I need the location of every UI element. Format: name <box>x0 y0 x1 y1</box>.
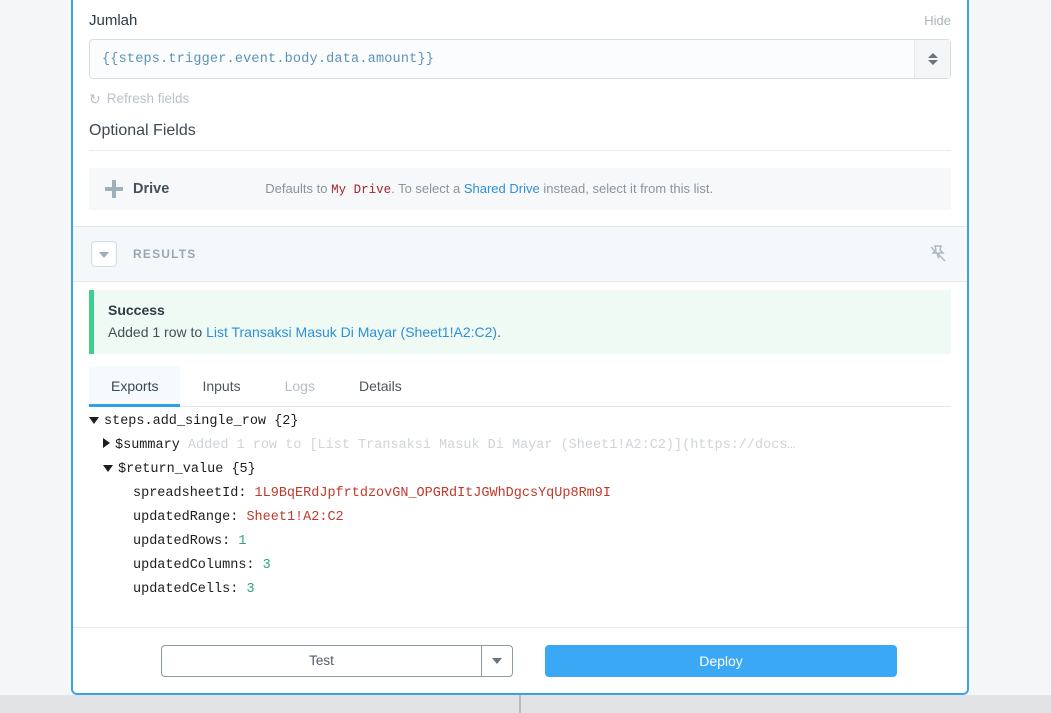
tree-value: 1 <box>238 534 247 549</box>
tree-value: 3 <box>246 582 255 597</box>
tree-row-summary[interactable]: $summary Added 1 row to [List Transaksi … <box>89 438 951 462</box>
optional-fields-title: Optional Fields <box>89 122 951 151</box>
number-stepper[interactable] <box>914 40 950 78</box>
amount-input-value[interactable]: {{steps.trigger.event.body.data.amount}} <box>90 52 434 67</box>
tree-return-count: {5} <box>231 462 256 477</box>
stepper-up-icon[interactable] <box>927 53 938 58</box>
chevron-down-icon <box>99 252 109 258</box>
unpin-icon[interactable] <box>927 243 949 265</box>
bottom-column-divider <box>519 695 521 713</box>
tree-row-return-value[interactable]: $return_value {5} <box>89 462 951 486</box>
tree-root-count: {2} <box>274 414 299 429</box>
hide-field-link[interactable]: Hide <box>924 13 951 28</box>
tree-summary-key: $summary <box>115 438 180 453</box>
drive-desc-middle: . To select a <box>391 181 461 196</box>
tree-key: updatedColumns: <box>133 558 255 573</box>
optional-field-drive[interactable]: Drive Defaults to My Drive. To select a … <box>89 168 951 210</box>
page-backdrop-left <box>0 0 71 713</box>
results-collapse-toggle[interactable] <box>91 241 117 267</box>
success-banner-title: Success <box>108 302 165 318</box>
tab-logs[interactable]: Logs <box>263 366 337 406</box>
success-banner-text: Added 1 row to List Transaksi Masuk Di M… <box>108 324 937 340</box>
tree-key: updatedRange: <box>133 510 239 525</box>
drive-desc-prefix: Defaults to <box>265 181 328 196</box>
drive-field-name: Drive <box>133 181 170 197</box>
app-root: Jumlah Hide {{steps.trigger.event.body.d… <box>0 0 1051 713</box>
tree-key: spreadsheetId: <box>133 486 247 501</box>
tree-summary-value: Added 1 row to [List Transaksi Masuk Di … <box>187 438 796 453</box>
tree-row-root[interactable]: steps.add_single_row {2} <box>89 414 951 438</box>
drive-field-description: Defaults to My Drive. To select a Shared… <box>265 181 713 197</box>
tree-return-key: $return_value <box>118 462 224 477</box>
field-section: Jumlah Hide {{steps.trigger.event.body.d… <box>73 0 967 210</box>
test-button-group: Test <box>161 644 513 677</box>
caret-down-icon[interactable] <box>103 465 113 472</box>
refresh-icon: ↻ <box>89 90 101 107</box>
tree-value: 1L9BqERdJpfrtdzovGN_OPGRdItJGWhDgcsYqUp8… <box>254 486 611 501</box>
tree-row: spreadsheetId: 1L9BqERdJpfrtdzovGN_OPGRd… <box>89 486 951 510</box>
caret-down-icon[interactable] <box>89 417 99 424</box>
results-body: Success Added 1 row to List Transaksi Ma… <box>73 282 967 354</box>
page-backdrop-right <box>969 0 1051 713</box>
results-header: RESULTS <box>73 226 967 282</box>
drive-desc-suffix: instead, select it from this list. <box>543 181 714 196</box>
tree-value: 3 <box>262 558 271 573</box>
success-text-suffix: . <box>497 324 501 340</box>
drive-desc-code: My Drive <box>331 183 392 197</box>
caret-right-icon[interactable] <box>103 438 110 448</box>
deploy-button[interactable]: Deploy <box>545 644 897 677</box>
field-header: Jumlah Hide <box>89 12 951 29</box>
tree-row: updatedRange: Sheet1!A2:C2 <box>89 510 951 534</box>
plus-icon[interactable] <box>105 180 123 198</box>
step-config-card: Jumlah Hide {{steps.trigger.event.body.d… <box>71 0 969 695</box>
chevron-down-icon <box>492 657 502 664</box>
card-footer: Test Deploy <box>73 627 967 693</box>
tree-row: updatedCells: 3 <box>89 582 951 606</box>
tab-inputs[interactable]: Inputs <box>180 366 262 406</box>
tree-key: updatedCells: <box>133 582 239 597</box>
shared-drive-link[interactable]: Shared Drive <box>464 181 540 196</box>
page-backdrop-bottom <box>0 695 1051 713</box>
success-text-prefix: Added 1 row to <box>108 324 203 340</box>
refresh-fields-button[interactable]: ↻ Refresh fields <box>89 91 951 106</box>
tree-row: updatedRows: 1 <box>89 534 951 558</box>
spreadsheet-link[interactable]: List Transaksi Masuk Di Mayar (Sheet1!A2… <box>206 324 497 340</box>
tree-value: Sheet1!A2:C2 <box>246 510 344 525</box>
success-banner: Success Added 1 row to List Transaksi Ma… <box>89 290 951 354</box>
tab-details[interactable]: Details <box>337 366 424 406</box>
tree-row: updatedColumns: 3 <box>89 558 951 582</box>
tree-root-key: steps.add_single_row <box>104 414 267 429</box>
stepper-down-icon[interactable] <box>927 60 938 65</box>
results-tabs: Exports Inputs Logs Details <box>89 366 951 407</box>
tree-key: updatedRows: <box>133 534 231 549</box>
field-label: Jumlah <box>89 12 138 29</box>
test-dropdown-button[interactable] <box>481 644 513 677</box>
tab-exports[interactable]: Exports <box>89 366 181 407</box>
results-label: RESULTS <box>133 247 197 261</box>
refresh-fields-label: Refresh fields <box>106 91 190 106</box>
amount-input-wrapper[interactable]: {{steps.trigger.event.body.data.amount}} <box>89 39 951 79</box>
test-button[interactable]: Test <box>161 644 481 677</box>
exports-tree: steps.add_single_row {2} $summary Added … <box>89 414 951 606</box>
